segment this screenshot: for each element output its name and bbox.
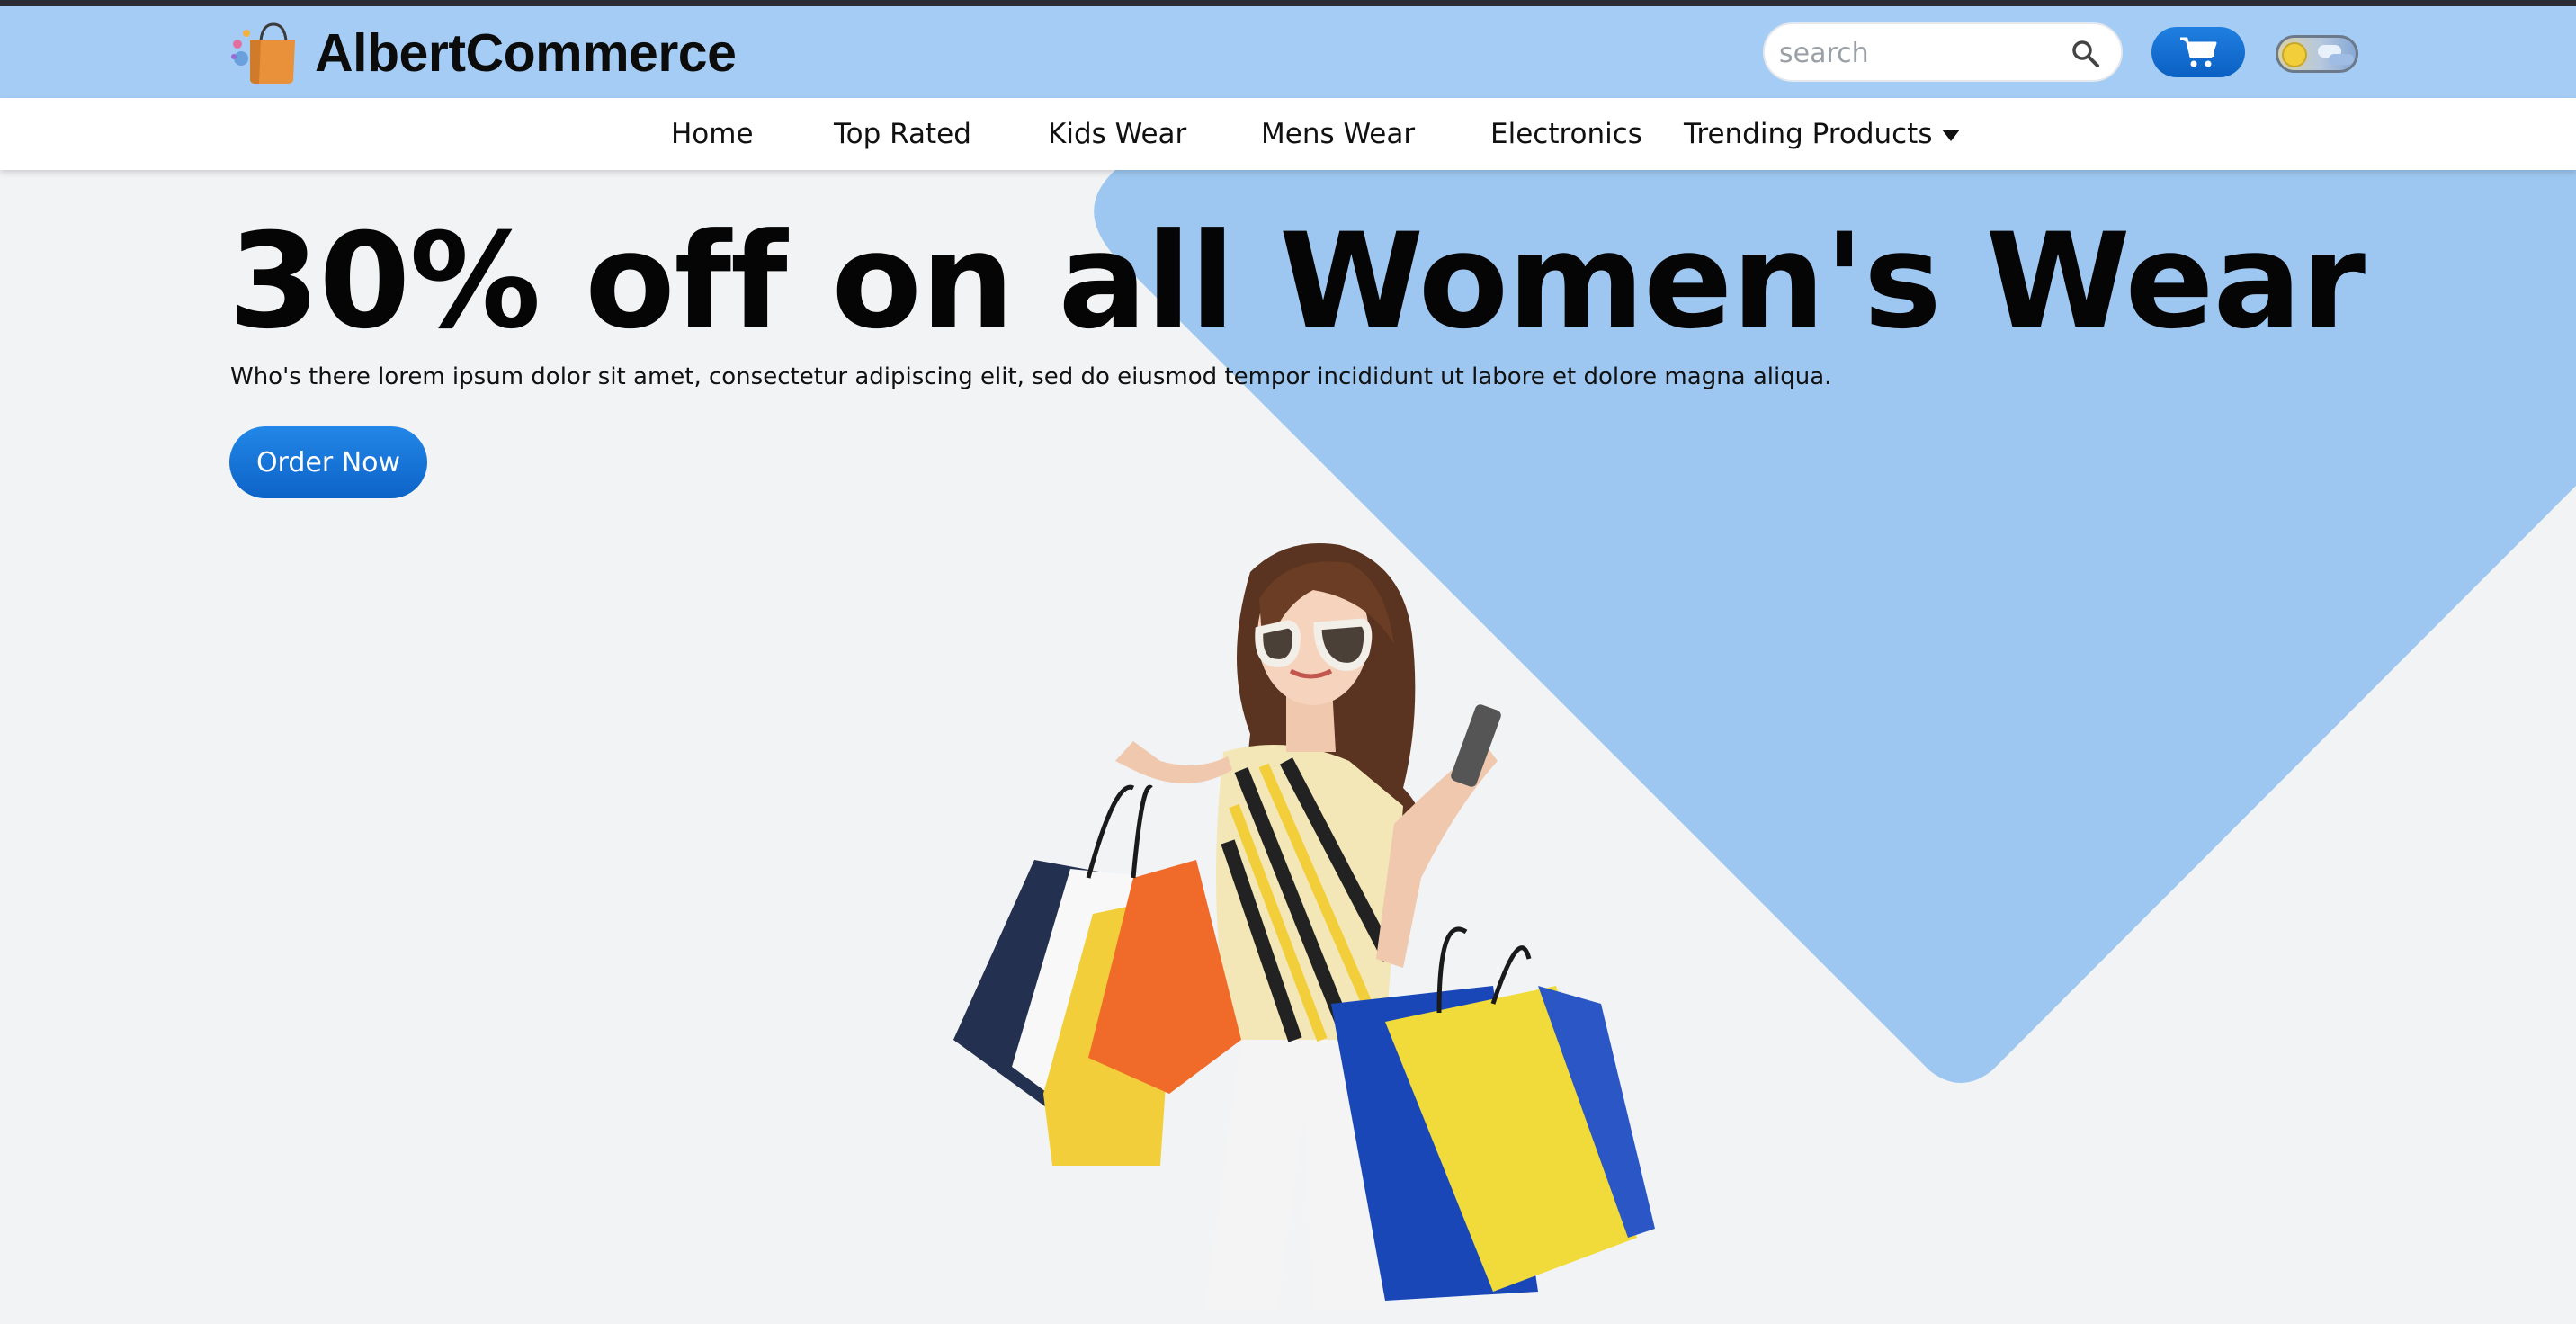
cloud-icon [2329,54,2354,65]
hero-subtitle: Who's there lorem ipsum dolor sit amet, … [230,363,1832,390]
search-input[interactable] [1779,33,2049,73]
brand-name[interactable]: AlbertCommerce [315,22,737,84]
sun-icon [2282,42,2307,67]
nav-item-home[interactable]: Home [671,116,754,152]
nav-item-mens-wear[interactable]: Mens Wear [1261,116,1415,152]
search-box[interactable] [1763,22,2123,82]
search-icon[interactable] [2071,39,2101,69]
order-now-button[interactable]: Order Now [229,426,427,498]
nav-item-kids-wear[interactable]: Kids Wear [1048,116,1186,152]
nav-dropdown-trending-products[interactable]: Trending Products [1684,116,1960,152]
site-header: AlbertCommerce [0,6,2576,98]
theme-toggle[interactable] [2276,35,2358,73]
main-nav: Home Top Rated Kids Wear Mens Wear Elect… [0,98,2576,170]
nav-item-top-rated[interactable]: Top Rated [834,116,971,152]
cart-icon [2180,37,2217,67]
shopping-bag-logo-icon[interactable] [230,21,299,85]
nav-item-electronics[interactable]: Electronics [1490,116,1642,152]
nav-dropdown-label: Trending Products [1684,118,1933,150]
cart-button[interactable] [2151,27,2245,77]
hero-title: 30% off on all Women's Wear [228,205,2366,358]
woman-with-shopping-bags-image [953,543,1655,1310]
caret-down-icon [1941,130,1960,141]
